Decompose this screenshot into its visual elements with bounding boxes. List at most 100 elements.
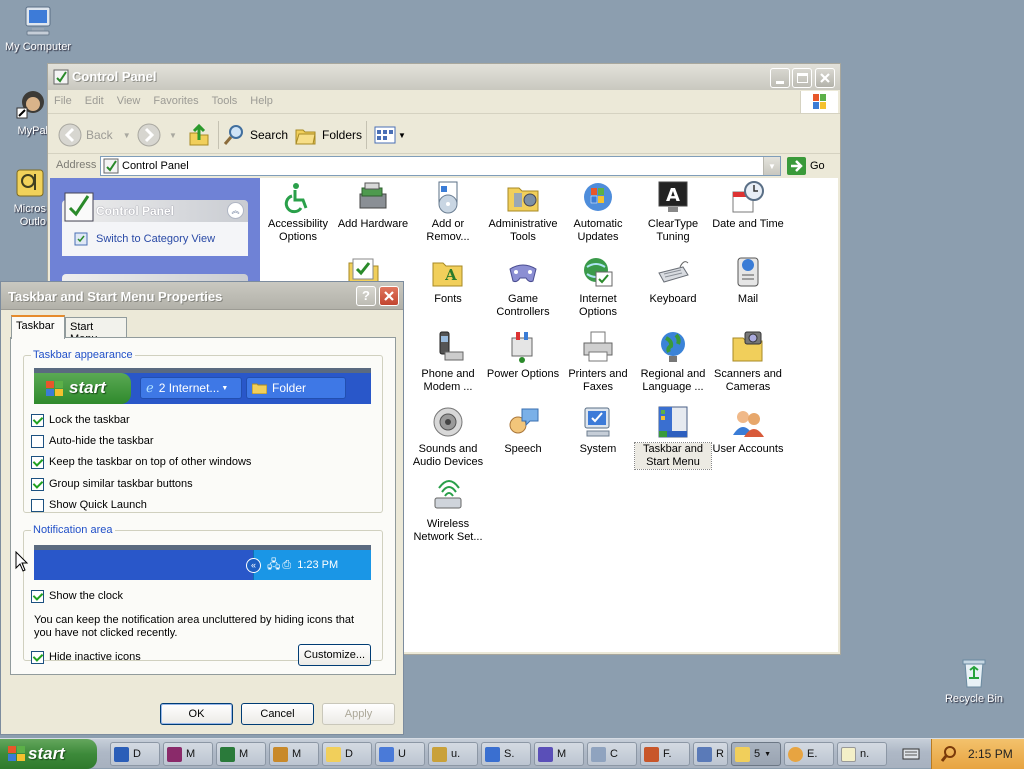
- taskbar-button-word[interactable]: D: [110, 742, 160, 766]
- menu-edit[interactable]: Edit: [79, 90, 111, 107]
- dialog-titlebar[interactable]: Taskbar and Start Menu Properties ?: [1, 282, 403, 310]
- back-dropdown-icon[interactable]: ▼: [123, 131, 131, 140]
- search-tray-icon[interactable]: [940, 745, 958, 763]
- taskbar-button-mypal[interactable]: M: [163, 742, 213, 766]
- taskbar-button-r[interactable]: R: [693, 742, 728, 766]
- taskbar-button-f[interactable]: F.: [640, 742, 690, 766]
- cp-item-printers-faxes[interactable]: Printers and Faxes: [560, 330, 636, 394]
- menu-view[interactable]: View: [111, 90, 148, 107]
- show-quick-launch-checkbox[interactable]: Show Quick Launch: [31, 498, 147, 512]
- forward-button[interactable]: ▼: [137, 123, 177, 147]
- help-button[interactable]: ?: [356, 286, 376, 306]
- taskbar-icon: [656, 405, 690, 439]
- forward-dropdown-icon[interactable]: ▼: [169, 131, 177, 140]
- cp-item-game-controllers[interactable]: Game Controllers: [485, 255, 561, 319]
- document-icon: [326, 746, 341, 762]
- cp-item-scanners-cameras[interactable]: Scanners and Cameras: [710, 330, 786, 394]
- address-input[interactable]: Control Panel ▼: [100, 156, 781, 176]
- checkbox-box[interactable]: [31, 455, 44, 469]
- desktop-icon-my-computer[interactable]: My Computer: [0, 4, 76, 54]
- group-similar-buttons-checkbox[interactable]: Group similar taskbar buttons: [31, 477, 193, 491]
- cp-item-internet-options[interactable]: Internet Options: [560, 255, 636, 319]
- switch-to-category-view-link[interactable]: Switch to Category View: [96, 233, 215, 245]
- taskbar-button-u2[interactable]: u.: [428, 742, 478, 766]
- checkbox-box[interactable]: [31, 498, 44, 512]
- auto-hide-checkbox[interactable]: Auto-hide the taskbar: [31, 434, 154, 448]
- back-button[interactable]: Back ▼: [58, 123, 131, 147]
- go-button[interactable]: Go: [787, 157, 825, 175]
- address-dropdown-button[interactable]: ▼: [763, 157, 780, 175]
- cp-item-date-time[interactable]: Date and Time: [710, 180, 786, 231]
- control-panel-task-box: Control Panel ︽ Switch to Category View: [62, 190, 248, 258]
- lock-taskbar-checkbox[interactable]: Lock the taskbar: [31, 413, 130, 427]
- cp-item-mail[interactable]: Mail: [710, 255, 786, 306]
- checkbox-box[interactable]: [31, 589, 44, 603]
- notepad-icon: [841, 746, 856, 762]
- cp-item-user-accounts[interactable]: User Accounts: [710, 405, 786, 456]
- taskbar-properties-dialog[interactable]: Taskbar and Start Menu Properties ? Task…: [0, 281, 404, 735]
- checkbox-box[interactable]: [31, 413, 44, 427]
- checkbox-box[interactable]: [31, 477, 44, 491]
- cp-item-phone-modem[interactable]: Phone and Modem ...: [410, 330, 486, 394]
- cp-item-sounds-audio[interactable]: Sounds and Audio Devices: [410, 405, 486, 469]
- menu-tools[interactable]: Tools: [206, 90, 245, 107]
- views-button[interactable]: ▼: [373, 123, 406, 147]
- cp-item-fonts[interactable]: A Fonts: [410, 255, 486, 306]
- checkbox-box[interactable]: [31, 434, 44, 448]
- cp-item-administrative-tools[interactable]: Administrative Tools: [485, 180, 561, 244]
- taskbar-button-u[interactable]: U: [375, 742, 425, 766]
- taskbar-button-calculator[interactable]: C: [587, 742, 637, 766]
- menu-help[interactable]: Help: [244, 90, 280, 107]
- taskbar-button-excel[interactable]: M: [216, 742, 266, 766]
- close-button[interactable]: [815, 68, 835, 88]
- desktop-icon-recycle-bin[interactable]: Recycle Bin: [936, 656, 1012, 706]
- cp-item-cleartype-tuning[interactable]: A ClearType Tuning: [635, 180, 711, 244]
- cp-item-power-options[interactable]: Power Options: [485, 330, 561, 381]
- phone-modem-icon: [431, 330, 465, 364]
- taskbar-button-e[interactable]: E.: [784, 742, 834, 766]
- cp-item-system[interactable]: System: [560, 405, 636, 456]
- control-panel-titlebar[interactable]: Control Panel: [48, 64, 840, 90]
- up-folder-button[interactable]: [187, 123, 211, 147]
- customize-button[interactable]: Customize...: [298, 644, 371, 666]
- cp-item-taskbar-start-menu[interactable]: Taskbar and Start Menu: [634, 405, 712, 470]
- tab-taskbar[interactable]: Taskbar: [11, 315, 65, 339]
- folders-button[interactable]: Folders: [294, 123, 362, 147]
- search-button[interactable]: Search: [222, 123, 288, 147]
- taskbar-button-m[interactable]: M: [534, 742, 584, 766]
- cp-item-automatic-updates[interactable]: Automatic Updates: [560, 180, 636, 244]
- taskbar-button-notepad[interactable]: n.: [837, 742, 887, 766]
- cp-item-add-remove-programs[interactable]: Add or Remov...: [410, 180, 486, 244]
- keep-on-top-checkbox[interactable]: Keep the taskbar on top of other windows: [31, 455, 251, 469]
- folder-icon: [735, 746, 750, 762]
- show-clock-checkbox[interactable]: Show the clock: [31, 589, 123, 603]
- apply-button[interactable]: Apply: [322, 703, 395, 725]
- taskbar-clock[interactable]: 2:15 PM: [968, 747, 1013, 761]
- tab-start-menu[interactable]: Start Menu: [65, 317, 127, 345]
- cp-item-regional-language[interactable]: Regional and Language ...: [635, 330, 711, 394]
- taskbar-button-folder-group[interactable]: 5 ▼: [731, 742, 781, 766]
- cp-item-accessibility[interactable]: Accessibility Options: [260, 180, 336, 244]
- ok-button[interactable]: OK: [160, 703, 233, 725]
- maximize-button[interactable]: [792, 68, 812, 88]
- show-hidden-icons-icon: «: [246, 557, 261, 573]
- start-button[interactable]: start: [0, 739, 97, 769]
- cp-item-speech[interactable]: Speech: [485, 405, 561, 456]
- cp-item-add-hardware[interactable]: Add Hardware: [335, 180, 411, 231]
- dialog-close-button[interactable]: [379, 286, 399, 306]
- taskbar-button-s[interactable]: S.: [481, 742, 531, 766]
- collapse-chevron-icon[interactable]: ︽: [227, 202, 244, 219]
- cancel-button[interactable]: Cancel: [241, 703, 314, 725]
- minimize-button[interactable]: [770, 68, 790, 88]
- checkbox-box[interactable]: [31, 650, 44, 664]
- menu-file[interactable]: File: [48, 90, 79, 107]
- switch-view-icon: [74, 232, 88, 246]
- taskbar-button-powerpoint[interactable]: M: [269, 742, 319, 766]
- taskbar-button-d[interactable]: D: [322, 742, 372, 766]
- cp-item-wireless-network[interactable]: Wireless Network Set...: [410, 480, 486, 544]
- menu-favorites[interactable]: Favorites: [147, 90, 205, 107]
- svg-text:A: A: [666, 185, 680, 206]
- keyboard-language-icon[interactable]: [902, 746, 920, 762]
- cp-item-keyboard[interactable]: Keyboard: [635, 255, 711, 306]
- hide-inactive-icons-checkbox[interactable]: Hide inactive icons: [31, 650, 141, 664]
